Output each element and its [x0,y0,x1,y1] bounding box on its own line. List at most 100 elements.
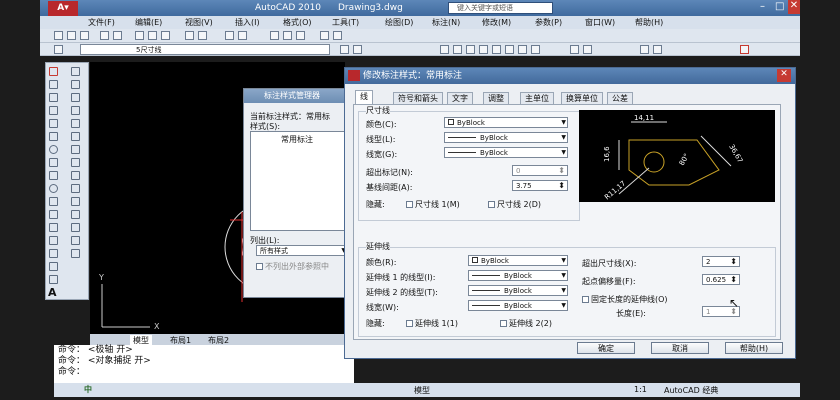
ok-button[interactable]: 确定 [577,342,635,354]
menu-file[interactable]: 文件(F) [88,17,115,28]
array-icon[interactable] [71,119,80,128]
arc-icon[interactable] [49,132,58,141]
tool-palette-icon[interactable] [296,31,305,40]
design-center-icon[interactable] [283,31,292,40]
layer-previous-icon[interactable] [353,45,362,54]
minimize-icon[interactable]: – [760,1,765,12]
menu-insert[interactable]: 插入(I) [235,17,260,28]
copy-object-icon[interactable] [71,80,80,89]
layer-manager-icon[interactable] [54,45,63,54]
tab-lines[interactable]: 线 [355,90,373,104]
dimline-lineweight-select[interactable]: ByBlock [444,147,568,158]
calculator-icon[interactable] [320,31,329,40]
styles-list[interactable]: 常用标注 [250,131,348,231]
menu-tools[interactable]: 工具(T) [332,17,359,28]
dim-style-icon[interactable] [653,45,662,54]
dimline-color-select[interactable]: ByBlock [444,117,568,128]
close-icon[interactable]: ✕ [777,69,791,82]
make-current-icon[interactable] [340,45,349,54]
menu-view[interactable]: 视图(V) [185,17,213,28]
menu-help[interactable]: 帮助(H) [635,17,663,28]
rectangle-icon[interactable] [49,119,58,128]
extend-ticks-input[interactable]: 0 [512,165,568,176]
properties-icon[interactable] [270,31,279,40]
new-icon[interactable] [54,31,63,40]
hatch-icon[interactable] [49,249,58,258]
menu-parametric[interactable]: 参数(P) [535,17,562,28]
extline1-linetype-select[interactable]: ByBlock [468,270,568,281]
move-icon[interactable] [71,67,80,76]
paste-icon[interactable] [161,31,170,40]
suppress-extline1-checkbox[interactable]: 延伸线 1(1) [406,318,458,329]
revcloud-icon[interactable] [49,158,58,167]
list-dropdown[interactable]: 所有样式 [256,245,348,256]
break-icon[interactable] [71,197,80,206]
copy-icon[interactable] [148,31,157,40]
dim-angular-icon[interactable] [505,45,514,54]
menu-edit[interactable]: 编辑(E) [135,17,162,28]
spline-icon[interactable] [49,171,58,180]
menu-window[interactable]: 窗口(W) [585,17,615,28]
dim-edit-icon[interactable] [640,45,649,54]
zoom-icon[interactable] [238,31,247,40]
stretch-icon[interactable] [71,158,80,167]
region-icon[interactable] [49,275,58,284]
print-icon[interactable] [100,31,109,40]
help-button[interactable]: 帮助(H) [725,342,783,354]
cut-icon[interactable] [135,31,144,40]
extend-beyond-input[interactable]: 2 [702,256,740,267]
preview-icon[interactable] [113,31,122,40]
menu-draw[interactable]: 绘图(D) [385,17,413,28]
search-input[interactable]: 键入关键字或短语 [448,2,553,14]
tab-tolerances[interactable]: 公差 [607,92,633,104]
extline2-linetype-select[interactable]: ByBlock [468,285,568,296]
insert-block-icon[interactable] [49,210,58,219]
pan-icon[interactable] [225,31,234,40]
undo-icon[interactable] [185,31,194,40]
cancel-button[interactable]: 取消 [651,342,709,354]
dim-radius-icon[interactable] [479,45,488,54]
rotate-icon[interactable] [71,132,80,141]
dimline-linetype-select[interactable]: ByBlock [444,132,568,143]
menu-modify[interactable]: 修改(M) [482,17,511,28]
maximize-icon[interactable]: □ [775,1,784,12]
ellipse-icon[interactable] [49,184,58,193]
join-icon[interactable] [71,210,80,219]
tab-alternate-units[interactable]: 换算单位 [561,92,603,104]
magnet-icon[interactable] [740,45,749,54]
app-logo[interactable]: A▾ [48,1,78,16]
workspace-switch[interactable]: AutoCAD 经典 [664,385,718,396]
dim-aligned-icon[interactable] [453,45,462,54]
suppress-dimline1-checkbox[interactable]: 尺寸线 1(M) [406,199,460,210]
layer-dropdown[interactable]: 5尺寸线 [80,44,330,55]
menu-dimension[interactable]: 标注(N) [432,17,460,28]
chamfer-icon[interactable] [71,223,80,232]
tab-fit[interactable]: 调整 [483,92,509,104]
ellipse-arc-icon[interactable] [49,197,58,206]
trim-icon[interactable] [71,171,80,180]
fixed-length-checkbox[interactable]: 固定长度的延伸线(O) [582,294,668,305]
mtext-icon[interactable]: A [48,286,57,299]
explode-icon[interactable] [71,249,80,258]
line-icon[interactable] [49,67,58,76]
dim-baseline-icon[interactable] [518,45,527,54]
tab-text[interactable]: 文字 [447,92,473,104]
baseline-spacing-input[interactable]: 3.75 [512,180,568,191]
suppress-dimline2-checkbox[interactable]: 尺寸线 2(D) [488,199,541,210]
tab-primary-units[interactable]: 主单位 [520,92,554,104]
menu-format[interactable]: 格式(O) [283,17,312,28]
offset-icon[interactable] [71,106,80,115]
point-icon[interactable] [49,236,58,245]
style-item[interactable]: 常用标注 [281,134,313,145]
close-icon[interactable]: ✕ [788,0,800,14]
xline-icon[interactable] [49,80,58,89]
redo-icon[interactable] [198,31,207,40]
gradient-icon[interactable] [49,262,58,271]
polygon-icon[interactable] [49,106,58,115]
annotation-scale[interactable]: 1:1 [634,385,647,394]
dim-center-icon[interactable] [583,45,592,54]
help-icon[interactable] [333,31,342,40]
circle-icon[interactable] [49,145,58,154]
polyline-icon[interactable] [49,93,58,102]
dim-linear-icon[interactable] [440,45,449,54]
